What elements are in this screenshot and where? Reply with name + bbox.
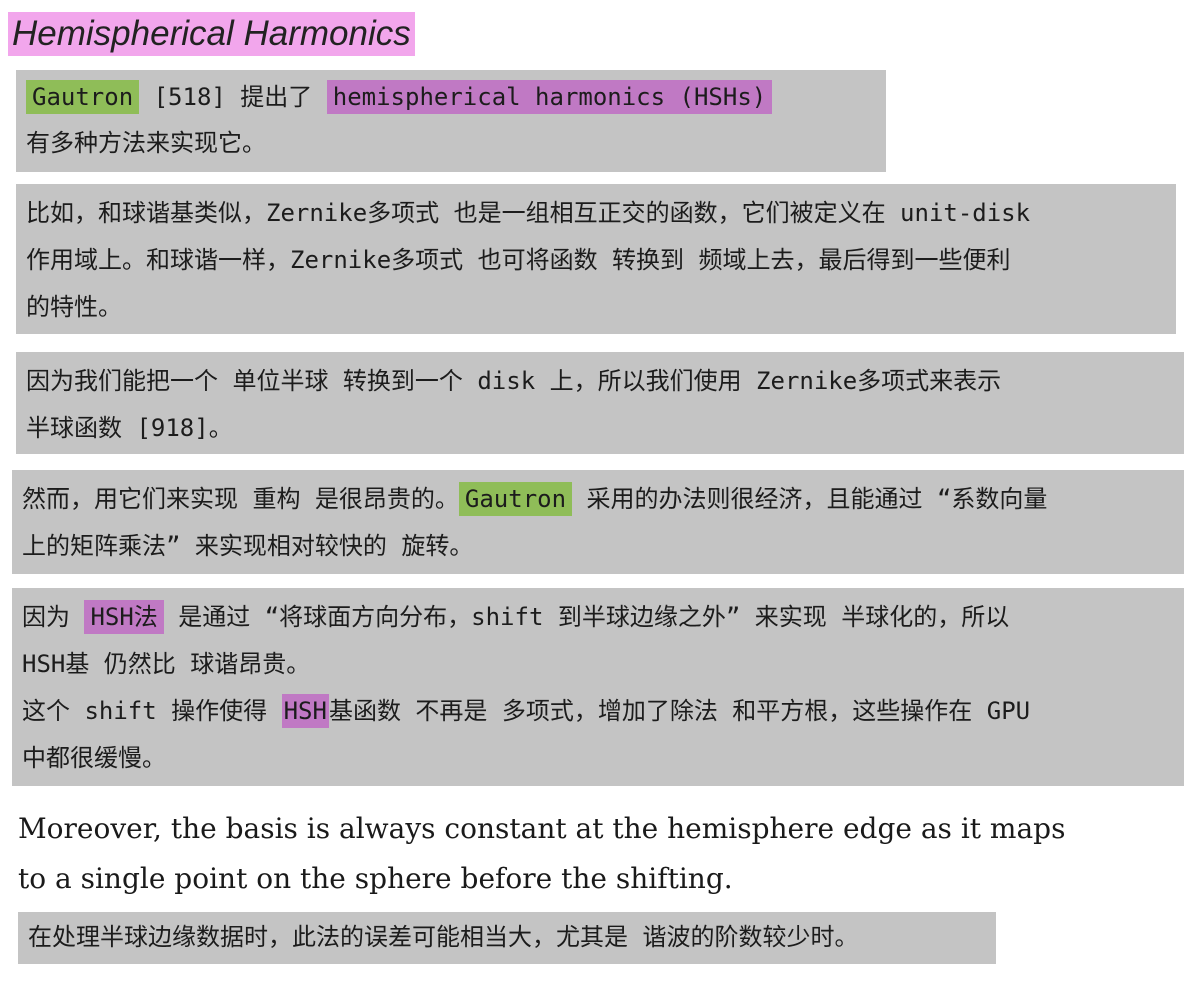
highlight-gautron: Gautron <box>26 80 140 114</box>
note-line: 半球函数 [918]。 <box>26 414 233 442</box>
highlight-hsh-term: hemispherical harmonics (HSHs) <box>326 80 773 114</box>
note-line: 比如，和球谐基类似，Zernike多项式 也是一组相互正交的函数，它们被定义在 … <box>26 199 1031 227</box>
note-line: 在处理半球边缘数据时，此法的误差可能相当大，尤其是 谐波的阶数较少时。 <box>28 923 859 951</box>
note-line: 这个 shift 操作使得 HSH基函数 不再是 多项式，增加了除法 和平方根，… <box>22 688 1174 735</box>
note-line: 的特性。 <box>26 293 122 321</box>
note-text: 是通过 “将球面方向分布，shift 到半球边缘之外” 来实现 半球化的，所以 <box>163 603 1010 631</box>
highlight-gautron: Gautron <box>458 482 573 516</box>
section-title: Hemispherical Harmonics <box>8 12 415 56</box>
note-block-2: 比如，和球谐基类似，Zernike多项式 也是一组相互正交的函数，它们被定义在 … <box>16 184 1176 334</box>
note-line: 然而，用它们来实现 重构 是很昂贵的。 Gautron 采用的办法则很经济，且能通… <box>22 476 1174 523</box>
note-text: 基函数 不再是 多项式，增加了除法 和平方根，这些操作在 GPU <box>328 697 1031 725</box>
english-paragraph: Moreover, the basis is always constant a… <box>18 804 1065 904</box>
note-line: Gautron [518] 提出了 hemispherical harmonic… <box>26 74 876 120</box>
note-block-5: 因为 HSH法 是通过 “将球面方向分布，shift 到半球边缘之外” 来实现 … <box>12 588 1184 786</box>
note-line: 中都很缓慢。 <box>22 744 166 772</box>
note-block-4: 然而，用它们来实现 重构 是很昂贵的。 Gautron 采用的办法则很经济，且能通… <box>12 470 1184 574</box>
note-line: 有多种方法来实现它。 <box>26 129 266 157</box>
note-text: 然而，用它们来实现 重构 是很昂贵的。 <box>22 485 459 513</box>
note-line: HSH基 仍然比 球谐昂贵。 <box>22 650 311 678</box>
note-text: 这个 shift 操作使得 <box>22 697 282 725</box>
note-line: 因为 HSH法 是通过 “将球面方向分布，shift 到半球边缘之外” 来实现 … <box>22 594 1174 641</box>
highlight-hsh: HSH <box>281 694 329 728</box>
note-line: 作用域上。和球谐一样，Zernike多项式 也可将函数 转换到 频域上去，最后得… <box>26 246 1011 274</box>
note-text: 采用的办法则很经济，且能通过 “系数向量 <box>572 485 1048 513</box>
highlight-hsh-method: HSH法 <box>84 600 164 634</box>
note-line: 上的矩阵乘法” 来实现相对较快的 旋转。 <box>22 532 474 560</box>
note-block-1: Gautron [518] 提出了 hemispherical harmonic… <box>16 70 886 172</box>
note-text: 因为 <box>22 603 85 631</box>
reference-text: [518] 提出了 <box>139 83 327 111</box>
note-block-6: 在处理半球边缘数据时，此法的误差可能相当大，尤其是 谐波的阶数较少时。 <box>18 912 996 964</box>
note-line: 因为我们能把一个 单位半球 转换到一个 disk 上，所以我们使用 Zernik… <box>26 367 1002 395</box>
note-block-3: 因为我们能把一个 单位半球 转换到一个 disk 上，所以我们使用 Zernik… <box>16 352 1184 454</box>
paragraph-line: to a single point on the sphere before t… <box>18 862 733 895</box>
paragraph-line: Moreover, the basis is always constant a… <box>18 812 1066 845</box>
